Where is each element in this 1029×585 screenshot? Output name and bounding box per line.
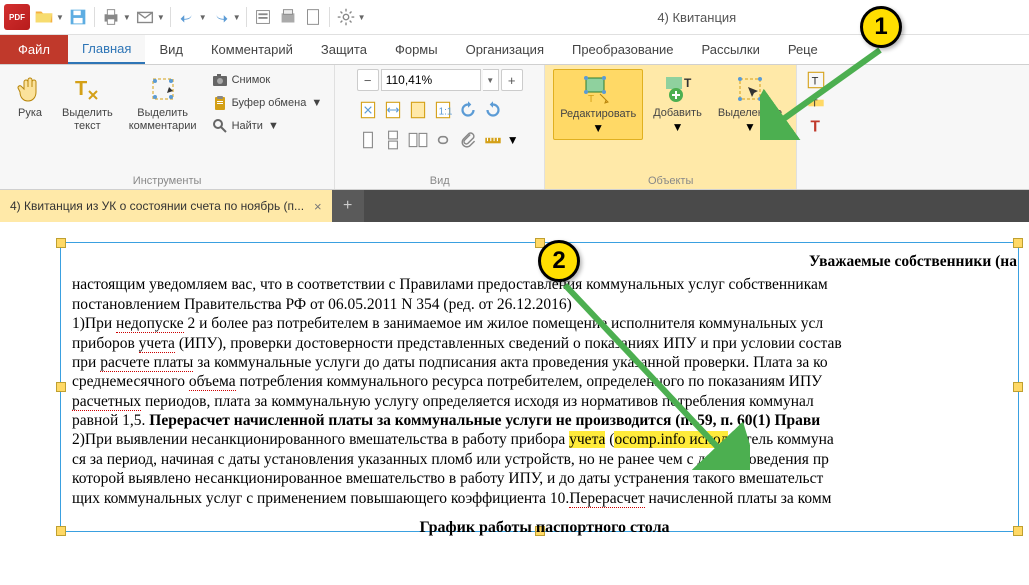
save-button[interactable] <box>67 6 89 28</box>
fit-page-icon[interactable] <box>357 99 379 121</box>
group-label-objects: Объекты <box>648 173 693 187</box>
find-icon <box>211 117 229 135</box>
link-icon[interactable] <box>432 129 454 151</box>
tab-convert[interactable]: Преобразование <box>558 35 688 64</box>
add-icon: T <box>662 73 694 105</box>
callout-1: 1 <box>860 6 902 48</box>
single-page-icon[interactable] <box>357 129 379 151</box>
tab-mailings[interactable]: Рассылки <box>687 35 773 64</box>
fit-visible-icon[interactable] <box>407 99 429 121</box>
fit-width-icon[interactable] <box>382 99 404 121</box>
select-text-icon: T <box>71 73 103 105</box>
rotate-right-icon[interactable] <box>482 99 504 121</box>
hand-tool[interactable]: Рука <box>8 69 52 124</box>
scan-button[interactable] <box>277 6 299 28</box>
svg-text:1:1: 1:1 <box>438 106 452 117</box>
misc-icon-3[interactable]: T <box>805 115 827 137</box>
redo-button[interactable] <box>210 6 232 28</box>
clipboard-tool[interactable]: Буфер обмена▼ <box>207 92 327 114</box>
group-tools: Рука T Выделить текст Выделить комментар… <box>0 65 335 189</box>
form-button[interactable] <box>252 6 274 28</box>
select-text-tool[interactable]: T Выделить текст <box>56 69 119 136</box>
document-tab-strip: 4) Квитанция из УК о состоянии счета по … <box>0 190 1029 222</box>
print-button[interactable] <box>100 6 122 28</box>
add-content-button[interactable]: T Добавить ▼ <box>647 69 708 138</box>
two-page-icon[interactable] <box>407 129 429 151</box>
continuous-icon[interactable] <box>382 129 404 151</box>
svg-text:T: T <box>811 119 821 136</box>
misc-icon-2[interactable]: T <box>805 92 827 114</box>
zoom-in-button[interactable]: + <box>501 69 523 91</box>
svg-text:T: T <box>684 76 692 90</box>
settings-button[interactable] <box>335 6 357 28</box>
group-objects: T Редактировать ▼ T Добавить ▼ Выделенно… <box>545 65 797 189</box>
group-label-view: Вид <box>430 173 450 187</box>
resize-handle[interactable] <box>56 382 66 392</box>
ribbon: Рука T Выделить текст Выделить комментар… <box>0 65 1029 190</box>
document-text[interactable]: Уважаемые собственники (на настоящим уве… <box>72 252 1017 538</box>
open-button[interactable] <box>33 6 55 28</box>
tab-view[interactable]: Вид <box>145 35 197 64</box>
tab-file[interactable]: Файл <box>0 35 68 64</box>
new-tab-button[interactable]: + <box>332 190 364 222</box>
app-icon: PDF <box>4 4 30 30</box>
tab-comment[interactable]: Комментарий <box>197 35 307 64</box>
svg-text:T: T <box>812 98 818 109</box>
resize-handle[interactable] <box>1013 238 1023 248</box>
selected-content-button[interactable]: Выделенное ▼ <box>712 69 788 138</box>
zoom-dropdown[interactable]: ▼ <box>483 69 499 91</box>
document-area[interactable]: Уважаемые собственники (на настоящим уве… <box>0 222 1029 585</box>
edit-content-button[interactable]: T Редактировать ▼ <box>553 69 643 140</box>
tab-organize[interactable]: Организация <box>452 35 558 64</box>
ruler-icon[interactable] <box>482 129 504 151</box>
tab-security[interactable]: Защита <box>307 35 381 64</box>
camera-icon <box>211 71 229 89</box>
svg-text:T: T <box>588 94 594 105</box>
misc-icon-1[interactable]: T <box>805 69 827 91</box>
attachment-icon[interactable] <box>457 129 479 151</box>
tab-review[interactable]: Реце <box>774 35 832 64</box>
resize-handle[interactable] <box>56 526 66 536</box>
document-tab-label: 4) Квитанция из УК о состоянии счета по … <box>10 199 304 213</box>
tab-main[interactable]: Главная <box>68 35 145 64</box>
hand-icon <box>14 73 46 105</box>
selected-icon <box>734 73 766 105</box>
close-tab-icon[interactable]: × <box>314 199 322 214</box>
snapshot-tool[interactable]: Снимок <box>207 69 327 91</box>
resize-handle[interactable] <box>56 238 66 248</box>
group-misc: T T T <box>797 65 835 189</box>
svg-text:T: T <box>75 78 87 100</box>
group-label-tools: Инструменты <box>133 173 202 187</box>
tab-forms[interactable]: Формы <box>381 35 452 64</box>
select-comments-icon <box>147 73 179 105</box>
email-button[interactable] <box>134 6 156 28</box>
blank-button[interactable] <box>302 6 324 28</box>
window-title: 4) Квитанция <box>369 10 1025 25</box>
document-tab[interactable]: 4) Квитанция из УК о состоянии счета по … <box>0 190 332 222</box>
svg-text:T: T <box>812 75 819 87</box>
actual-size-icon[interactable]: 1:1 <box>432 99 454 121</box>
clipboard-icon <box>211 94 229 112</box>
zoom-input[interactable] <box>381 69 481 91</box>
zoom-out-button[interactable]: − <box>357 69 379 91</box>
undo-button[interactable] <box>176 6 198 28</box>
rotate-left-icon[interactable] <box>457 99 479 121</box>
group-view: − ▼ + 1:1 ▼ Вид <box>335 65 545 189</box>
find-tool[interactable]: Найти▼ <box>207 115 327 137</box>
callout-2: 2 <box>538 240 580 282</box>
edit-icon: T <box>582 74 614 106</box>
select-comments-tool[interactable]: Выделить комментарии <box>123 69 203 136</box>
